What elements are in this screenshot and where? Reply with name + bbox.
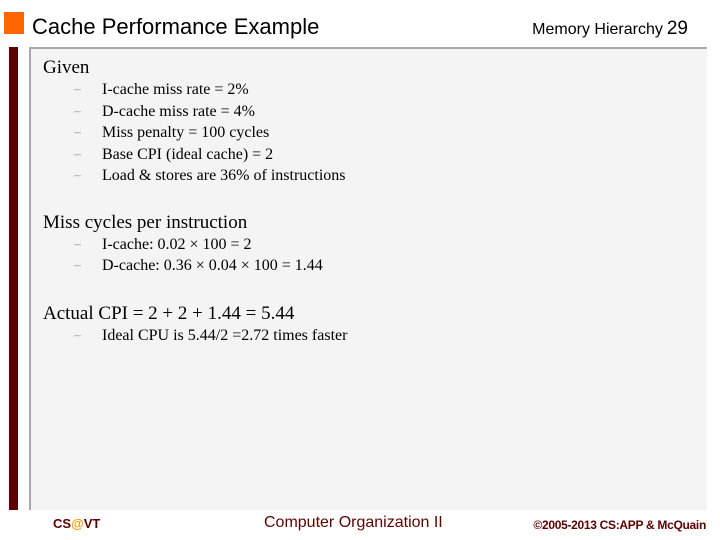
slide-title: Cache Performance Example [32, 14, 320, 39]
dash-bullet-icon: – [74, 236, 81, 252]
dash-bullet-icon: – [74, 82, 81, 97]
slide-content: Given – I-cache miss rate = 2% – D-cache m… [43, 56, 347, 346]
list-item: – Ideal CPU is 5.44/2 =2.72 times faster [43, 325, 347, 347]
dash-bullet-icon: – [74, 125, 81, 140]
actual-cpi-list: – Ideal CPU is 5.44/2 =2.72 times faster [43, 325, 347, 347]
footer-copyright: ©2005-2013 CS:APP & McQuain [533, 518, 706, 532]
given-list: – I-cache miss rate = 2% – D-cache miss ra… [43, 79, 347, 187]
dash-bullet-icon: – [74, 327, 81, 343]
list-item: – Miss penalty = 100 cycles [43, 122, 347, 144]
list-item: – D-cache miss rate = 4% [43, 101, 347, 123]
dash-bullet-icon: – [74, 168, 81, 183]
list-item: – Load & stores are 36% of instructions [43, 165, 347, 187]
footer-course-name: Computer Organization II [264, 514, 443, 531]
section-heading-given: Given [43, 57, 90, 78]
dash-bullet-icon: – [74, 103, 81, 119]
dash-bullet-icon: – [74, 146, 81, 162]
left-accent-bar [9, 47, 18, 510]
miss-cycles-list: – I-cache: 0.02 × 100 = 2 – D-cache: 0.36 … [43, 234, 347, 277]
section-heading-miss-cycles: Miss cycles per instruction [43, 211, 248, 233]
section-heading-actual-cpi: Actual CPI = 2 + 2 + 1.44 = 5.44 [43, 302, 295, 324]
page-number: 29 [666, 18, 688, 39]
footer-cs-vt-logo: CS@VT [53, 516, 101, 531]
at-symbol: @ [71, 516, 84, 531]
section-name: Memory Hierarchy [532, 21, 663, 38]
list-item: – Base CPI (ideal cache) = 2 [43, 144, 347, 166]
header-section-label: Memory Hierarchy 29 [532, 18, 688, 40]
dash-bullet-icon: – [74, 258, 81, 273]
list-item: – I-cache: 0.02 × 100 = 2 [43, 234, 347, 256]
list-item: – D-cache: 0.36 × 0.04 × 100 = 1.44 [43, 255, 347, 277]
list-item: – I-cache miss rate = 2% [43, 79, 347, 101]
title-accent-square [4, 12, 24, 34]
